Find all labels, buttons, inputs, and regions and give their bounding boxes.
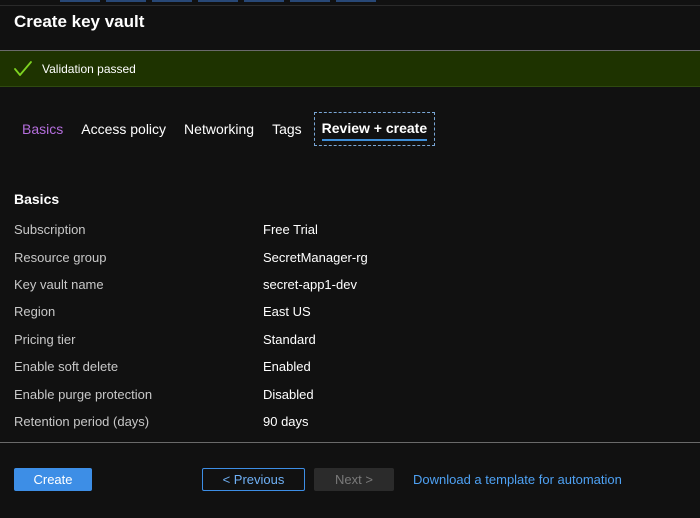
summary-value: Enabled — [263, 359, 311, 375]
summary-label: Resource group — [14, 249, 107, 265]
summary-row-subscription: Subscription Free Trial — [14, 216, 674, 243]
footer-divider — [0, 442, 700, 443]
summary-label: Enable soft delete — [14, 359, 119, 375]
section-heading-basics: Basics — [14, 191, 60, 207]
previous-button[interactable]: < Previous — [202, 468, 305, 491]
summary-value: Disabled — [263, 386, 314, 402]
tab-review-create[interactable]: Review + create — [313, 112, 436, 146]
summary-label: Enable purge protection — [14, 386, 153, 402]
summary-row-retention-period: Retention period (days) 90 days — [14, 408, 674, 435]
summary-value: East US — [263, 304, 311, 320]
summary-value: 90 days — [263, 413, 309, 429]
tab-networking[interactable]: Networking — [178, 112, 260, 146]
create-button[interactable]: Create — [14, 468, 92, 491]
summary-label: Region — [14, 304, 56, 320]
wizard-tabs: Basics Access policy Networking Tags Rev… — [16, 112, 441, 146]
summary-row-pricing-tier: Pricing tier Standard — [14, 326, 674, 353]
summary-label: Retention period (days) — [14, 413, 150, 429]
summary-row-key-vault-name: Key vault name secret-app1-dev — [14, 271, 674, 298]
summary-value: SecretManager-rg — [263, 249, 368, 265]
summary-row-soft-delete: Enable soft delete Enabled — [14, 353, 674, 380]
summary-list: Subscription Free Trial Resource group S… — [14, 216, 674, 435]
summary-row-resource-group: Resource group SecretManager-rg — [14, 243, 674, 270]
download-template-link[interactable]: Download a template for automation — [413, 468, 622, 491]
active-tab-underline — [321, 139, 428, 141]
summary-row-region: Region East US — [14, 298, 674, 325]
top-breadcrumb-strip — [0, 0, 700, 6]
tab-review-create-label: Review + create — [321, 120, 428, 136]
summary-row-purge-protection: Enable purge protection Disabled — [14, 380, 674, 407]
next-button: Next > — [314, 468, 394, 491]
summary-value: Free Trial — [263, 222, 318, 238]
validation-message: Validation passed — [42, 61, 136, 76]
summary-label: Pricing tier — [14, 331, 76, 347]
breadcrumb-fragment — [60, 0, 380, 2]
summary-label: Key vault name — [14, 276, 104, 292]
tab-access-policy[interactable]: Access policy — [75, 112, 172, 146]
tab-tags[interactable]: Tags — [266, 112, 308, 146]
summary-value: secret-app1-dev — [263, 276, 357, 292]
validation-banner: Validation passed — [0, 51, 700, 87]
checkmark-icon — [12, 59, 34, 79]
summary-value: Standard — [263, 331, 316, 347]
summary-label: Subscription — [14, 222, 86, 238]
tab-basics[interactable]: Basics — [16, 112, 69, 146]
page-title: Create key vault — [14, 12, 145, 31]
